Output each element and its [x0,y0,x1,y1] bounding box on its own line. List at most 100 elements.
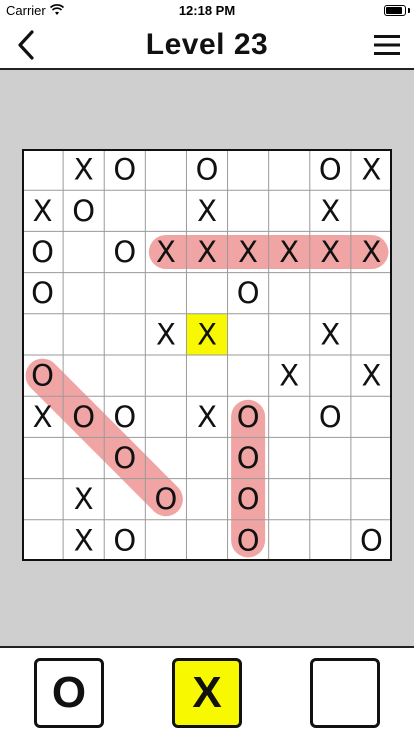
nav-bar: Level 23 [0,22,414,70]
board-cell-r0-c0[interactable] [22,149,63,190]
board-cell-r3-c4[interactable] [186,273,227,314]
battery-cap [408,8,410,13]
board-cell-r9-c4[interactable] [186,520,227,561]
page-title: Level 23 [145,28,269,61]
cell-mark-x: X [320,194,340,228]
cell-mark-x: X [362,153,382,187]
cell-mark-o: O [72,194,95,228]
board-cell-r6-c8[interactable] [351,396,392,437]
cell-mark-o: O [319,400,342,434]
board-cell-r9-c6[interactable] [269,520,310,561]
board-cell-r5-c2[interactable] [104,355,145,396]
board-cell-r1-c8[interactable] [351,190,392,231]
cell-mark-o: O [72,400,95,434]
game-board: XOOOXXOXXOOXXXXXXOOXXXOXXXOOXOOOOXOOXOOO [22,149,392,561]
board-cell-r0-c3[interactable] [145,149,186,190]
board-cell-r5-c7[interactable] [310,355,351,396]
board-cell-r5-c3[interactable] [145,355,186,396]
board-cell-r8-c2[interactable] [104,479,145,520]
board-cell-r4-c5[interactable] [228,314,269,355]
cell-mark-o: O [113,235,136,269]
board-cell-r5-c4[interactable] [186,355,227,396]
cell-mark-o: O [237,441,260,475]
cell-mark-o: O [154,482,177,516]
board-cell-r8-c8[interactable] [351,479,392,520]
cell-mark-o: O [196,153,219,187]
cell-mark-o: O [319,153,342,187]
board-cell-r8-c4[interactable] [186,479,227,520]
board-cell-r7-c8[interactable] [351,437,392,478]
board-cell-r4-c6[interactable] [269,314,310,355]
board-cell-r6-c3[interactable] [145,396,186,437]
cell-mark-x: X [33,194,53,228]
board-cell-r4-c8[interactable] [351,314,392,355]
piece-button-empty[interactable] [310,658,380,728]
board-cell-r7-c6[interactable] [269,437,310,478]
cell-mark-o: O [237,482,260,516]
board-cell-r7-c0[interactable] [22,437,63,478]
piece-selector: O X [0,646,414,736]
cell-mark-o: O [31,276,54,310]
board-cell-r7-c1[interactable] [63,437,104,478]
board-cell-r9-c0[interactable] [22,520,63,561]
board-cell-r9-c7[interactable] [310,520,351,561]
board-cell-r2-c1[interactable] [63,231,104,272]
cell-mark-o: O [31,359,54,393]
piece-button-x-label: X [192,668,222,717]
board-cell-r7-c7[interactable] [310,437,351,478]
cell-mark-x: X [279,235,299,269]
board-cell-r8-c6[interactable] [269,479,310,520]
cell-mark-x: X [320,317,340,351]
board-cell-r1-c5[interactable] [228,190,269,231]
cell-mark-o: O [113,153,136,187]
cell-mark-x: X [197,400,217,434]
cell-mark-o: O [360,523,383,557]
cell-mark-x: X [74,153,94,187]
board-cell-r0-c5[interactable] [228,149,269,190]
cell-mark-x: X [197,317,217,351]
cell-mark-x: X [156,317,176,351]
clock: 12:18 PM [178,3,236,18]
cell-mark-o: O [237,276,260,310]
game-area: XOOOXXOXXOOXXXXXXOOXXXOXXXOOXOOOOXOOXOOO [0,70,414,646]
board-cell-r3-c6[interactable] [269,273,310,314]
piece-button-x[interactable]: X [172,658,242,728]
cell-mark-o: O [113,523,136,557]
board-cell-r1-c3[interactable] [145,190,186,231]
cell-mark-o: O [113,400,136,434]
board-grid: X O O O XX O X XO O X X X X X XO OX X XO X XX O O X O OO OX O OX O O O [22,149,392,561]
status-bar: Carrier 12:18 PM [0,0,414,22]
board-cell-r3-c3[interactable] [145,273,186,314]
board-cell-r9-c3[interactable] [145,520,186,561]
cell-mark-x: X [197,194,217,228]
board-cell-r8-c0[interactable] [22,479,63,520]
board-cell-r8-c7[interactable] [310,479,351,520]
board-cell-r5-c1[interactable] [63,355,104,396]
board-cell-r1-c6[interactable] [269,190,310,231]
battery-icon [384,5,406,16]
board-cell-r6-c6[interactable] [269,396,310,437]
cell-mark-x: X [74,523,94,557]
board-cell-r1-c2[interactable] [104,190,145,231]
board-cell-r3-c7[interactable] [310,273,351,314]
board-cell-r3-c8[interactable] [351,273,392,314]
piece-button-o[interactable]: O [34,658,104,728]
cell-mark-x: X [33,400,53,434]
board-cell-r4-c1[interactable] [63,314,104,355]
board-cell-r4-c2[interactable] [104,314,145,355]
cell-mark-o: O [237,523,260,557]
cell-mark-x: X [362,359,382,393]
chevron-left-icon[interactable] [8,26,46,64]
board-cell-r0-c6[interactable] [269,149,310,190]
board-cell-r7-c4[interactable] [186,437,227,478]
board-cell-r4-c0[interactable] [22,314,63,355]
board-cell-r3-c1[interactable] [63,273,104,314]
board-cell-r7-c3[interactable] [145,437,186,478]
cell-mark-x: X [320,235,340,269]
cell-mark-x: X [74,482,94,516]
cell-mark-x: X [156,235,176,269]
board-cell-r5-c5[interactable] [228,355,269,396]
board-cell-r3-c2[interactable] [104,273,145,314]
hamburger-menu-icon[interactable] [368,26,406,64]
cell-mark-o: O [31,235,54,269]
